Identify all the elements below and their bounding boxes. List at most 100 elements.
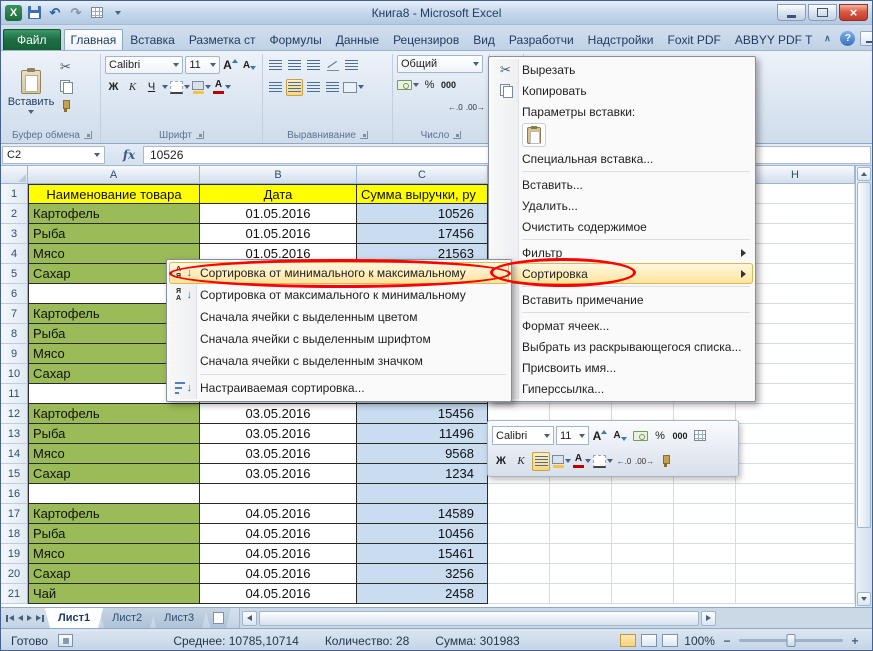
number-format-select[interactable]: Общий	[397, 55, 483, 73]
next-sheet-button[interactable]	[27, 615, 32, 621]
cell-C1[interactable]: Сумма выручки, ру	[357, 184, 488, 204]
row-header-18[interactable]: 18	[1, 524, 28, 544]
cell-C3[interactable]: 17456	[357, 224, 488, 244]
copy-button[interactable]	[57, 78, 74, 95]
cell-E16[interactable]	[550, 484, 612, 504]
normal-view-button[interactable]	[620, 634, 636, 647]
cell-G21[interactable]	[674, 584, 736, 604]
row-header-21[interactable]: 21	[1, 584, 28, 604]
cell-A12[interactable]: Картофель	[28, 404, 200, 424]
cell-E21[interactable]	[550, 584, 612, 604]
cell-F21[interactable]	[612, 584, 674, 604]
shrink-font-button[interactable]	[611, 426, 629, 445]
context-menu-item-14[interactable]: Вставить примечание	[491, 289, 753, 310]
mini-font-name-select[interactable]: Calibri	[492, 426, 554, 445]
decrease-indent-button[interactable]	[324, 79, 341, 96]
previous-sheet-button[interactable]	[18, 615, 23, 621]
sheet-tab-3[interactable]: Лист3	[151, 608, 207, 628]
scroll-up-button[interactable]	[857, 167, 871, 181]
cell-G20[interactable]	[674, 564, 736, 584]
vertical-scrollbar[interactable]	[855, 166, 872, 607]
wrap-text-button[interactable]	[343, 57, 360, 74]
ribbon-tab-3[interactable]: Вставка	[123, 29, 182, 50]
page-layout-view-button[interactable]	[641, 634, 657, 647]
cell-H14[interactable]	[736, 444, 855, 464]
context-menu-item-17[interactable]: Выбрать из раскрывающегося списка...	[491, 336, 753, 357]
cell-C18[interactable]: 10456	[357, 524, 488, 544]
ribbon-tab-8[interactable]: Вид	[466, 29, 502, 50]
sort-submenu-item-7[interactable]: Настраиваемая сортировка...	[169, 377, 509, 399]
sort-submenu-item-1[interactable]: Сортировка от минимального к максимально…	[169, 262, 509, 284]
comma-style-button[interactable]: 000	[440, 77, 457, 94]
row-header-9[interactable]: 9	[1, 344, 28, 364]
context-menu-item-12[interactable]: Сортировка	[491, 263, 753, 284]
row-header-6[interactable]: 6	[1, 284, 28, 304]
ribbon-tab-4[interactable]: Разметка ст	[182, 29, 263, 50]
align-top-button[interactable]	[267, 57, 284, 74]
row-header-19[interactable]: 19	[1, 544, 28, 564]
context-menu-item-19[interactable]: Гиперссылка...	[491, 378, 753, 399]
insert-worksheet-button[interactable]	[205, 608, 231, 628]
cell-H12[interactable]	[736, 404, 855, 424]
font-size-select[interactable]: 11	[185, 56, 220, 74]
column-header-A[interactable]: A	[28, 166, 200, 184]
cell-B18[interactable]: 04.05.2016	[200, 524, 357, 544]
cell-B13[interactable]: 03.05.2016	[200, 424, 357, 444]
cell-C13[interactable]: 11496	[357, 424, 488, 444]
scroll-down-button[interactable]	[857, 592, 871, 606]
maximize-button[interactable]	[808, 4, 837, 21]
paste-option-button[interactable]	[522, 123, 546, 147]
font-color-button[interactable]	[213, 79, 231, 96]
accounting-format-button[interactable]	[631, 426, 649, 445]
cell-A17[interactable]: Картофель	[28, 504, 200, 524]
cell-F17[interactable]	[612, 504, 674, 524]
row-header-12[interactable]: 12	[1, 404, 28, 424]
scroll-right-button[interactable]	[701, 611, 716, 626]
undo-button[interactable]	[46, 5, 64, 21]
column-header-C[interactable]: C	[357, 166, 488, 184]
cell-B20[interactable]: 04.05.2016	[200, 564, 357, 584]
row-header-7[interactable]: 7	[1, 304, 28, 324]
ribbon-tab-6[interactable]: Данные	[329, 29, 386, 50]
cell-F16[interactable]	[612, 484, 674, 504]
dialog-launcher-icon[interactable]	[453, 131, 461, 139]
cell-B1[interactable]: Дата	[200, 184, 357, 204]
comma-style-button[interactable]: 000	[671, 426, 689, 445]
row-header-5[interactable]: 5	[1, 264, 28, 284]
borders-button[interactable]	[170, 79, 190, 96]
cell-C15[interactable]: 1234	[357, 464, 488, 484]
cell-A14[interactable]: Мясо	[28, 444, 200, 464]
zoom-level[interactable]: 100%	[683, 634, 715, 648]
cell-H21[interactable]	[736, 584, 855, 604]
sheet-tab-1[interactable]: Лист1	[45, 608, 103, 628]
fill-color-button[interactable]	[552, 452, 571, 471]
context-menu-item-2[interactable]: Копировать	[491, 80, 753, 101]
cell-B19[interactable]: 04.05.2016	[200, 544, 357, 564]
cell-E19[interactable]	[550, 544, 612, 564]
ribbon-tab-7[interactable]: Рецензиров	[386, 29, 466, 50]
insert-function-button[interactable]: fx	[115, 146, 143, 164]
qat-customize-button[interactable]	[109, 5, 127, 21]
align-right-button[interactable]	[305, 79, 322, 96]
cell-B12[interactable]: 03.05.2016	[200, 404, 357, 424]
chevron-down-icon[interactable]	[162, 85, 168, 89]
cell-D21[interactable]	[488, 584, 550, 604]
sort-submenu-item-4[interactable]: Сначала ячейки с выделенным шрифтом	[169, 328, 509, 350]
workbook-minimize-button[interactable]	[860, 31, 873, 46]
cell-A2[interactable]: Картофель	[28, 204, 200, 224]
decrease-decimal-button[interactable]	[635, 452, 654, 471]
cell-C21[interactable]: 2458	[357, 584, 488, 604]
orientation-button[interactable]	[324, 57, 341, 74]
zoom-slider[interactable]	[739, 639, 843, 642]
context-menu-item-5[interactable]: Специальная вставка...	[491, 148, 753, 169]
cell-F19[interactable]	[612, 544, 674, 564]
collapse-ribbon-icon[interactable]	[819, 33, 835, 44]
row-header-3[interactable]: 3	[1, 224, 28, 244]
ribbon-tab-10[interactable]: Надстройки	[581, 29, 661, 50]
context-menu-item-16[interactable]: Формат ячеек...	[491, 315, 753, 336]
merge-center-button[interactable]	[343, 79, 364, 96]
underline-button[interactable]: Ч	[143, 79, 160, 96]
cell-D18[interactable]	[488, 524, 550, 544]
cell-B15[interactable]: 03.05.2016	[200, 464, 357, 484]
percent-style-button[interactable]: %	[421, 77, 438, 94]
